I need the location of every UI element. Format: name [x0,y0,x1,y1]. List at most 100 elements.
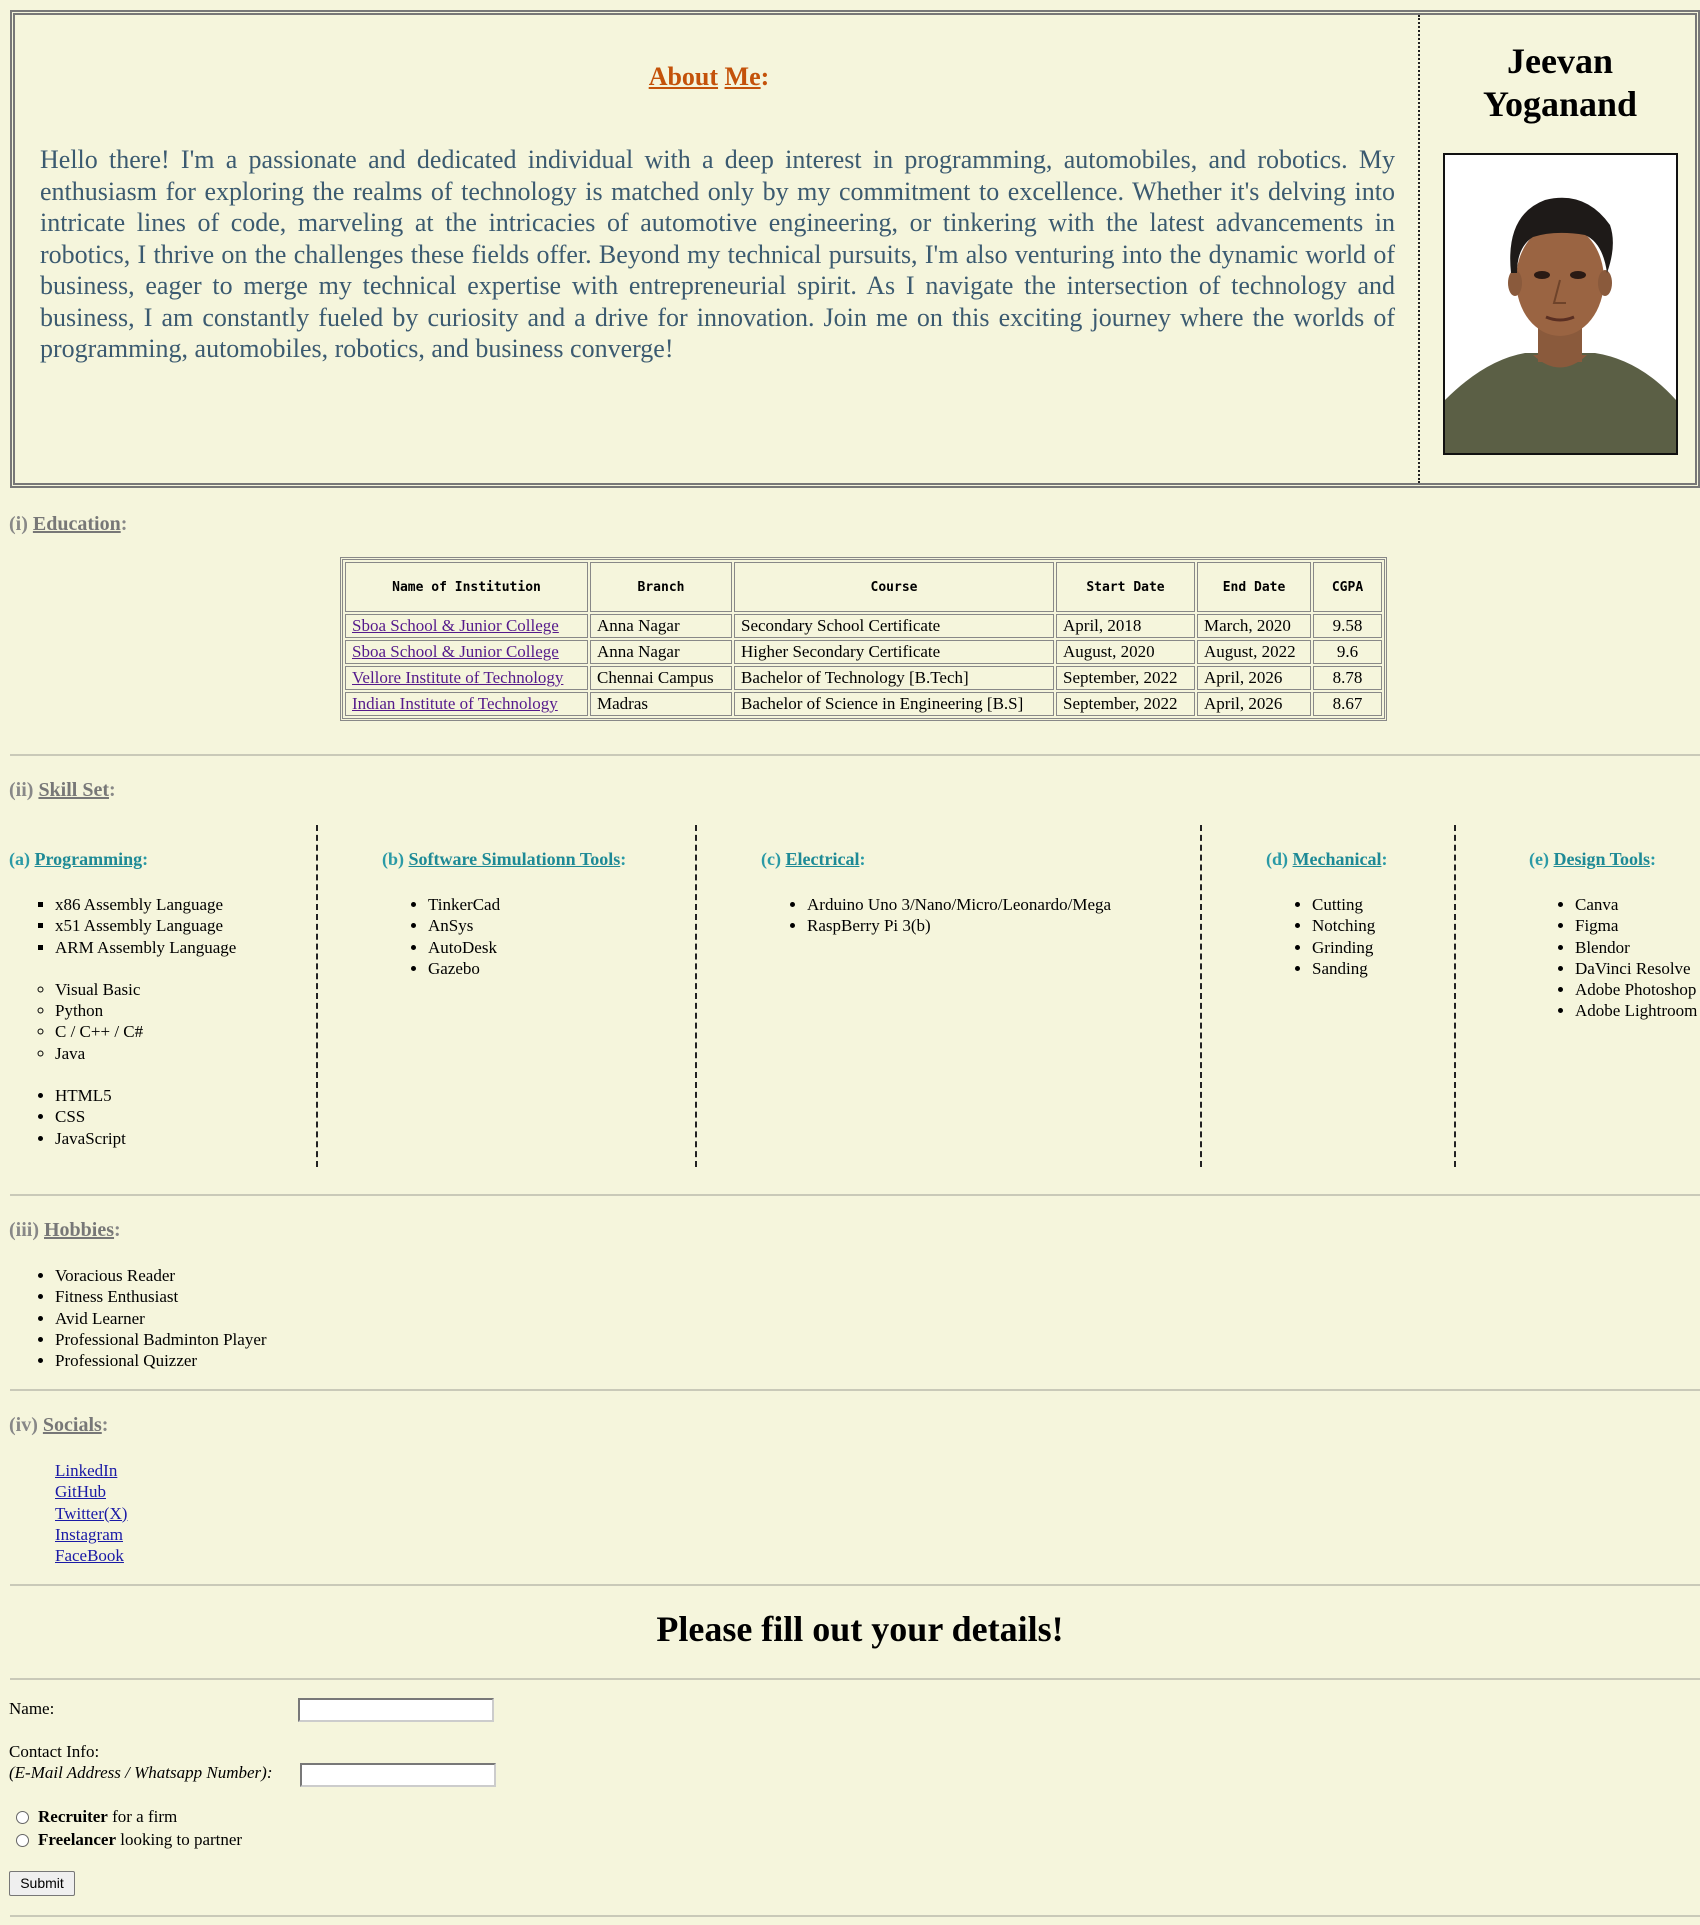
list-item: JavaScript [55,1128,236,1149]
languages-list: Visual Basic Python C / C++ / C# Java [9,979,236,1064]
table-header-row: Name of Institution Branch Course Start … [345,562,1382,612]
cell-branch: Chennai Campus [590,666,732,690]
education-heading: (i) Education: [9,513,128,535]
cell-end: March, 2020 [1197,614,1311,638]
about-text: Hello there! I'm a passionate and dedica… [40,145,1395,363]
list-item: AnSys [428,915,500,936]
list-item: AutoDesk [428,937,500,958]
contact-label: Contact Info: [9,1742,100,1761]
cell-cgpa: 8.78 [1313,666,1382,690]
name-label: Name: [9,1699,55,1718]
list-item: C / C++ / C# [55,1021,236,1042]
about-link[interactable]: About [649,62,718,91]
col-cgpa: CGPA [1313,562,1382,612]
cell-cgpa: 9.6 [1313,640,1382,664]
contact-input[interactable] [300,1763,496,1787]
list-item: Professional Quizzer [55,1350,267,1371]
list-item: Canva [1575,894,1700,915]
institution-link[interactable]: Sboa School & Junior College [352,642,559,661]
name-input[interactable] [298,1698,494,1722]
cell-cgpa: 9.58 [1313,614,1382,638]
education-link[interactable]: Education [33,513,121,535]
cell-course: Bachelor of Technology [B.Tech] [734,666,1054,690]
table-row: Indian Institute of Technology Madras Ba… [345,692,1382,716]
github-link[interactable]: GitHub [55,1481,127,1502]
hobbies-link[interactable]: Hobbies [44,1219,114,1241]
institution-link[interactable]: Indian Institute of Technology [352,694,558,713]
design-list: Canva Figma Blendor DaVinci Resolve Adob… [1529,894,1700,1022]
profile-name: Jeevan Yoganand [1420,40,1700,126]
instagram-link[interactable]: Instagram [55,1524,127,1545]
cell-cgpa: 8.67 [1313,692,1382,716]
cell-start: September, 2022 [1056,692,1195,716]
skills-link[interactable]: Skill Set [38,779,109,801]
freelancer-radio[interactable] [16,1834,29,1847]
recruiter-radio[interactable] [16,1811,29,1824]
list-item: Figma [1575,915,1700,936]
programming-lists: x86 Assembly Language x51 Assembly Langu… [9,894,236,1149]
divider [10,1389,1700,1391]
portrait-image [1445,155,1676,453]
contact-hint: (E-Mail Address / Whatsapp Number): [9,1763,273,1782]
list-item: Fitness Enthusiast [55,1286,267,1307]
programming-heading: (a) Programming: [9,849,149,869]
skills-divider [695,825,697,1167]
profile-first-name: Jeevan [1507,41,1613,81]
table-row: Sboa School & Junior College Anna Nagar … [345,614,1382,638]
cell-course: Bachelor of Science in Engineering [B.S] [734,692,1054,716]
software-link[interactable]: Software Simulationn Tools [409,849,621,869]
list-item: Professional Badminton Player [55,1329,267,1350]
skills-divider [316,825,318,1167]
list-item: Avid Learner [55,1308,267,1329]
software-section: TinkerCad AnSys AutoDesk Gazebo [382,894,500,979]
mechanical-list: Cutting Notching Grinding Sanding [1266,894,1375,979]
list-item: Adobe Photoshop [1575,979,1700,1000]
list-item: x86 Assembly Language [55,894,236,915]
institution-link[interactable]: Vellore Institute of Technology [352,668,563,687]
mechanical-heading: (d) Mechanical: [1266,849,1388,869]
list-item: CSS [55,1106,236,1127]
linkedin-link[interactable]: LinkedIn [55,1460,127,1481]
me-link[interactable]: Me [725,62,761,91]
recruiter-label: Recruiter for a firm [38,1807,178,1826]
hobbies-list: Voracious Reader Fitness Enthusiast Avid… [9,1265,267,1371]
electrical-list: Arduino Uno 3/Nano/Micro/Leonardo/Mega R… [761,894,1111,937]
skills-divider [1200,825,1202,1167]
electrical-section: Arduino Uno 3/Nano/Micro/Leonardo/Mega R… [761,894,1111,937]
electrical-link[interactable]: Electrical [785,849,859,869]
divider [10,1194,1700,1196]
list-item: Sanding [1312,958,1375,979]
cell-end: April, 2026 [1197,666,1311,690]
cell-course: Higher Secondary Certificate [734,640,1054,664]
socials-link[interactable]: Socials [43,1414,102,1436]
cell-course: Secondary School Certificate [734,614,1054,638]
socials-heading: (iv) Socials: [9,1414,109,1436]
list-item: Visual Basic [55,979,236,1000]
list-item: Grinding [1312,937,1375,958]
list-item: x51 Assembly Language [55,915,236,936]
education-table: Name of Institution Branch Course Start … [340,557,1387,721]
cell-branch: Madras [590,692,732,716]
list-item: Cutting [1312,894,1375,915]
submit-button[interactable]: Submit [9,1871,75,1896]
divider [10,1584,1700,1586]
mechanical-link[interactable]: Mechanical [1293,849,1382,869]
facebook-link[interactable]: FaceBook [55,1545,127,1566]
hobbies-heading: (iii) Hobbies: [9,1219,121,1241]
table-row: Vellore Institute of Technology Chennai … [345,666,1382,690]
cell-end: August, 2022 [1197,640,1311,664]
hobbies-section: Voracious Reader Fitness Enthusiast Avid… [9,1265,267,1371]
form-title: Please fill out your details! [656,1609,1064,1649]
programming-link[interactable]: Programming [35,849,143,869]
design-link[interactable]: Design Tools [1553,849,1650,869]
col-institution: Name of Institution [345,562,588,612]
skills-heading: (ii) Skill Set: [9,779,116,801]
twitter-link[interactable]: Twitter(X) [55,1503,127,1524]
cell-end: April, 2026 [1197,692,1311,716]
cell-branch: Anna Nagar [590,614,732,638]
institution-link[interactable]: Sboa School & Junior College [352,616,559,635]
list-item: Voracious Reader [55,1265,267,1286]
cell-start: April, 2018 [1056,614,1195,638]
list-item: Gazebo [428,958,500,979]
list-item: Adobe Lightroom [1575,1000,1700,1021]
